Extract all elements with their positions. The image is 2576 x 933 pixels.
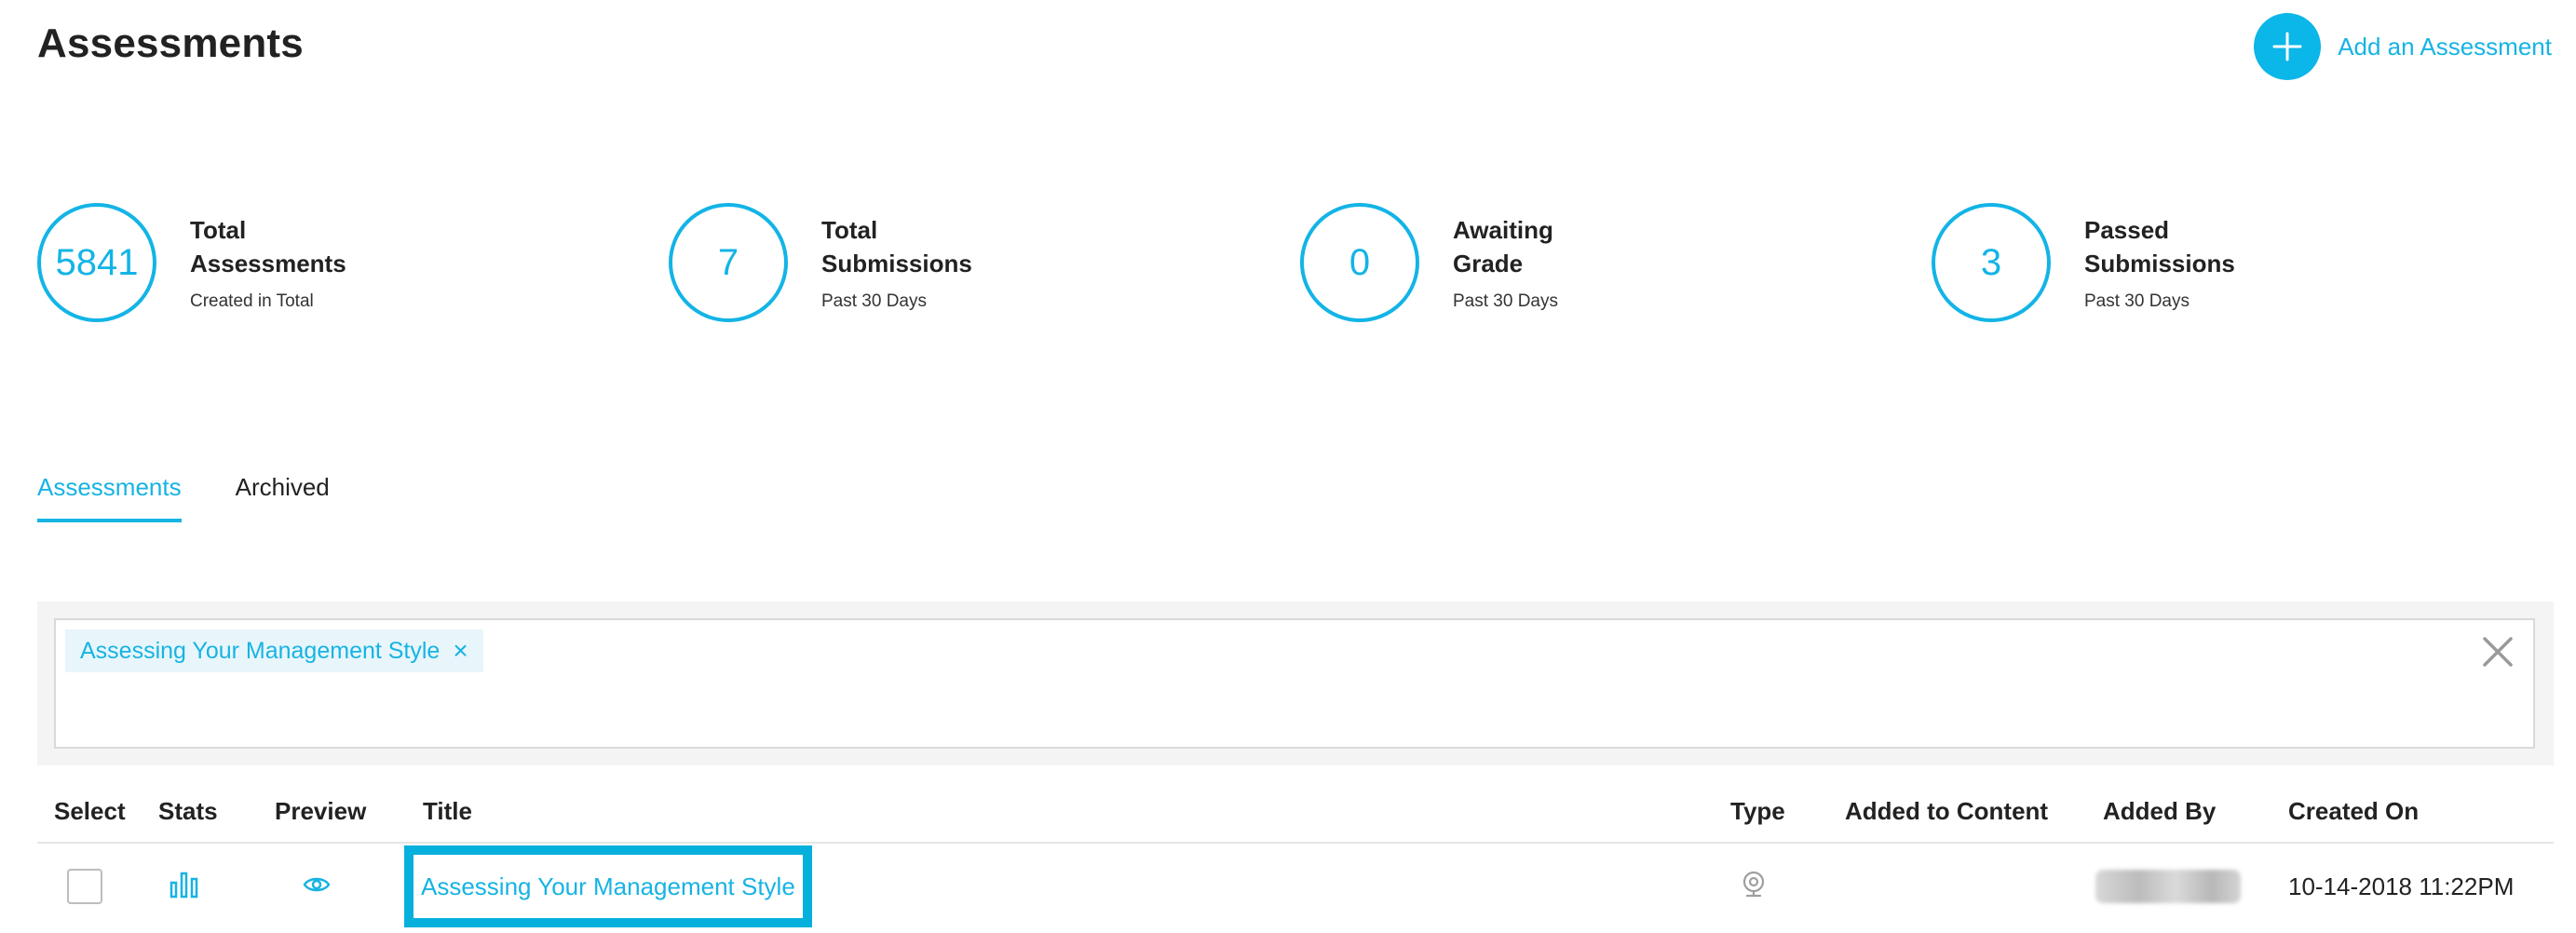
- tab-archived[interactable]: Archived: [236, 473, 330, 522]
- stat-title: Total Submissions: [821, 216, 972, 277]
- stat-subtitle: Past 30 Days: [2084, 291, 2190, 311]
- stat-total-submissions: 7 Total Submissions Past 30 Days: [669, 203, 972, 322]
- stat-value: 3: [1932, 203, 2051, 322]
- remove-chip-icon[interactable]: ×: [453, 638, 468, 664]
- filter-input[interactable]: Assessing Your Management Style ×: [54, 618, 2535, 749]
- column-header-preview[interactable]: Preview: [275, 778, 366, 844]
- table-header: Select Stats Preview Title Type Added to…: [37, 778, 2554, 844]
- bar-chart-icon[interactable]: [169, 871, 199, 903]
- preview-cell: [303, 844, 331, 929]
- add-assessment-button[interactable]: Add an Assessment: [2254, 13, 2552, 80]
- type-cell: [1742, 844, 1766, 929]
- created-on-date: 10-14-2018 11:22PM: [2288, 872, 2515, 900]
- stat-awaiting-grade: 0 Awaiting Grade Past 30 Days: [1300, 203, 1558, 322]
- webcam-icon: [1742, 871, 1766, 903]
- stat-value: 7: [669, 203, 788, 322]
- stat-value: 5841: [37, 203, 156, 322]
- redacted-user-name: [2095, 870, 2241, 903]
- column-header-added-to-content[interactable]: Added to Content: [1845, 778, 2048, 844]
- column-header-select[interactable]: Select: [54, 778, 126, 844]
- column-header-created-on[interactable]: Created On: [2288, 778, 2419, 844]
- tab-bar: Assessments Archived: [37, 473, 384, 522]
- filter-chip: Assessing Your Management Style ×: [65, 629, 483, 672]
- table-row: Assessing Your Management Style 10-14-20…: [37, 844, 2554, 929]
- filter-panel: Assessing Your Management Style ×: [37, 602, 2554, 765]
- stat-subtitle: Past 30 Days: [1453, 291, 1558, 311]
- column-header-added-by[interactable]: Added By: [2103, 778, 2216, 844]
- added-by-cell: [2095, 844, 2241, 929]
- clear-filter-icon[interactable]: [2479, 633, 2516, 670]
- tab-assessments[interactable]: Assessments: [37, 473, 182, 522]
- stat-total-assessments: 5841 Total Assessments Created in Total: [37, 203, 346, 322]
- eye-icon[interactable]: [303, 874, 331, 899]
- page-title: Assessments: [37, 20, 304, 66]
- column-header-title[interactable]: Title: [423, 778, 472, 844]
- title-cell: Assessing Your Management Style: [404, 844, 812, 929]
- stat-title: Total Assessments: [190, 216, 346, 277]
- stats-summary: 5841 Total Assessments Created in Total …: [37, 203, 2533, 324]
- stat-subtitle: Past 30 Days: [821, 291, 927, 311]
- add-assessment-label[interactable]: Add an Assessment: [2338, 33, 2552, 61]
- assessment-title-link[interactable]: Assessing Your Management Style: [404, 845, 812, 927]
- column-header-type[interactable]: Type: [1730, 778, 1785, 844]
- stat-subtitle: Created in Total: [190, 291, 314, 311]
- plus-icon[interactable]: [2254, 13, 2322, 80]
- stat-passed-submissions: 3 Passed Submissions Past 30 Days: [1932, 203, 2235, 322]
- filter-chip-label: Assessing Your Management Style: [80, 637, 441, 664]
- created-on-cell: 10-14-2018 11:22PM: [2288, 844, 2514, 929]
- select-cell: [67, 844, 102, 929]
- stat-value: 0: [1300, 203, 1419, 322]
- column-header-stats[interactable]: Stats: [158, 778, 218, 844]
- stat-title: Awaiting Grade: [1453, 216, 1553, 277]
- stat-title: Passed Submissions: [2084, 216, 2235, 277]
- assessments-table: Select Stats Preview Title Type Added to…: [37, 778, 2554, 929]
- row-checkbox[interactable]: [67, 869, 102, 904]
- stats-cell: [169, 844, 199, 929]
